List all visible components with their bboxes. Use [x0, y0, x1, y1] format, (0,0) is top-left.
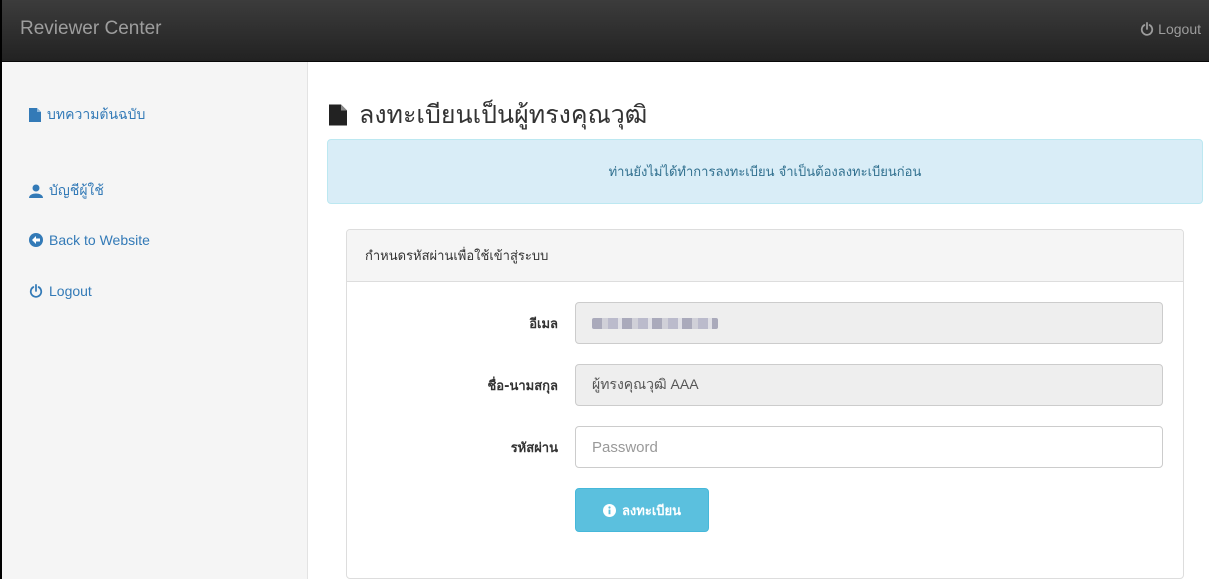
page-title: ลงทะเบียนเป็นผู้ทรงคุณวุฒิ	[329, 95, 647, 135]
sidebar-item-label: บัญชีผู้ใช้	[49, 182, 104, 198]
name-row: ชื่อ-นามสกุล ผู้ทรงคุณวุฒิ AAA	[347, 364, 1183, 406]
sidebar-item-manuscripts[interactable]: บทความต้นฉบับ	[29, 104, 145, 126]
alert-text: ท่านยังไม่ได้ทำการลงทะเบียน จำเป็นต้องลง…	[608, 165, 922, 180]
brand-title[interactable]: Reviewer Center	[20, 18, 162, 40]
email-label: อีเมล	[529, 316, 558, 332]
sidebar-item-label: บทความต้นฉบับ	[47, 106, 146, 122]
register-button-label: ลงทะเบียน	[621, 503, 682, 519]
sidebar: บทความต้นฉบับ บัญชีผู้ใช้ Back to Websit…	[2, 62, 308, 579]
main-content: ลงทะเบียนเป็นผู้ทรงคุณวุฒิ ท่านยังไม่ได้…	[308, 62, 1209, 579]
email-field	[575, 302, 1163, 344]
sidebar-item-label: Back to Website	[49, 232, 150, 248]
top-navbar: Reviewer Center Logout	[2, 0, 1209, 62]
info-alert: ท่านยังไม่ได้ทำการลงทะเบียน จำเป็นต้องลง…	[327, 139, 1203, 204]
name-label: ชื่อ-นามสกุล	[487, 378, 558, 394]
page-title-text: ลงทะเบียนเป็นผู้ทรงคุณวุฒิ	[359, 100, 648, 129]
sidebar-item-label: Logout	[49, 283, 92, 299]
panel-heading: กำหนดรหัสผ่านเพื่อใช้เข้าสู่ระบบ	[347, 230, 1183, 282]
file-icon	[329, 104, 347, 126]
registration-panel: กำหนดรหัสผ่านเพื่อใช้เข้าสู่ระบบ อีเมล ช…	[346, 229, 1184, 579]
name-value: ผู้ทรงคุณวุฒิ AAA	[592, 376, 699, 392]
user-icon	[29, 184, 43, 198]
circle-arrow-left-icon	[29, 233, 43, 247]
sidebar-item-logout[interactable]: Logout	[29, 283, 92, 299]
register-button[interactable]: ลงทะเบียน	[575, 488, 709, 532]
file-icon	[29, 108, 41, 122]
password-field-wrapper	[575, 426, 1163, 468]
power-icon	[29, 284, 43, 298]
sidebar-item-account[interactable]: บัญชีผู้ใช้	[29, 180, 104, 202]
sidebar-item-back-to-website[interactable]: Back to Website	[29, 232, 150, 248]
password-row: รหัสผ่าน	[347, 426, 1183, 468]
password-label: รหัสผ่าน	[510, 440, 558, 456]
power-icon	[1141, 22, 1154, 36]
email-row: อีเมล	[347, 302, 1183, 344]
password-input[interactable]	[592, 438, 1146, 456]
name-field: ผู้ทรงคุณวุฒิ AAA	[575, 364, 1163, 406]
info-circle-icon	[602, 503, 616, 517]
header-logout-link[interactable]: Logout	[1140, 21, 1201, 37]
redacted-email	[592, 317, 718, 329]
header-logout-label: Logout	[1158, 21, 1201, 37]
